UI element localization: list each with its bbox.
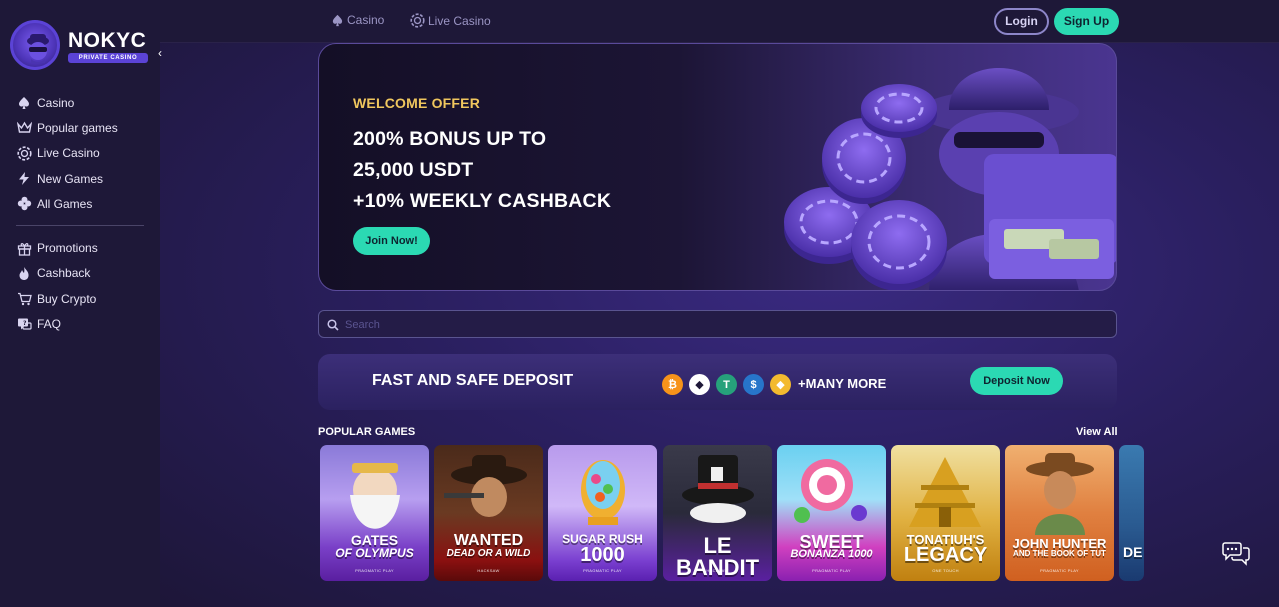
top-header: Casino Live Casino Login Sign Up xyxy=(160,0,1279,43)
tether-icon: T xyxy=(716,374,737,395)
brand-title: NOKYC xyxy=(68,29,147,52)
game-card[interactable]: DE xyxy=(1119,445,1144,581)
game-provider: ONE TOUCH xyxy=(932,568,959,573)
header-link-label: Casino xyxy=(347,13,385,27)
sidebar-item-casino[interactable]: Casino xyxy=(16,90,146,115)
logo[interactable]: NOKYC PRIVATE CASINO xyxy=(10,20,160,72)
crown-icon xyxy=(16,120,32,136)
many-more-label: +MANY MORE xyxy=(798,376,887,391)
banner-mascot-illustration xyxy=(784,68,1116,290)
welcome-banner: WELCOME OFFER 200% BONUS UP TO 25,000 US… xyxy=(318,43,1117,291)
sidebar-item-faq[interactable]: ? FAQ xyxy=(16,311,146,336)
chat-question-icon: ? xyxy=(16,316,32,332)
sidebar-nav: Casino Popular games Live Casino New Gam… xyxy=(16,90,146,337)
banner-headline-line1: 200% BONUS UP TO xyxy=(353,128,547,150)
crypto-coin-list: ₿ ◆ T $ ◆ xyxy=(662,374,791,395)
game-title-line2: 1000 xyxy=(580,544,625,566)
deposit-now-button[interactable]: Deposit Now xyxy=(970,367,1063,395)
gift-icon xyxy=(16,240,32,256)
lightning-icon xyxy=(16,171,32,187)
game-provider: PRAGMATIC PLAY xyxy=(812,568,851,573)
view-all-link[interactable]: View All xyxy=(1076,426,1118,438)
clover-icon xyxy=(16,196,32,212)
deposit-title: FAST AND SAFE DEPOSIT xyxy=(372,372,574,389)
sidebar-item-label: Casino xyxy=(37,95,75,110)
sidebar-item-label: All Games xyxy=(37,196,93,211)
bitcoin-icon: ₿ xyxy=(662,374,683,395)
deposit-strip: FAST AND SAFE DEPOSIT ₿ ◆ T $ ◆ +MANY MO… xyxy=(318,354,1117,410)
game-card[interactable]: TONATIUH'S LEGACY ONE TOUCH xyxy=(891,445,1000,581)
spade-icon xyxy=(16,95,32,111)
sidebar-item-all-games[interactable]: All Games xyxy=(16,191,146,216)
sidebar-item-label: New Games xyxy=(37,171,104,186)
chat-bubbles-icon[interactable] xyxy=(1222,540,1250,566)
logo-mascot-icon xyxy=(10,20,60,70)
flame-icon xyxy=(16,265,32,281)
game-title-line2: AND THE BOOK OF TUT xyxy=(1013,549,1106,558)
game-card[interactable]: LE BANDIT HACKSAW xyxy=(663,445,772,581)
sidebar-item-label: Popular games xyxy=(37,120,118,135)
search-input[interactable] xyxy=(345,315,1105,335)
banner-eyebrow: WELCOME OFFER xyxy=(353,95,481,111)
game-title-line2: DEAD OR A WILD xyxy=(446,548,531,559)
game-title-line1: DE xyxy=(1123,544,1143,560)
game-provider: HACKSAW xyxy=(477,568,500,573)
brand-subtitle: PRIVATE CASINO xyxy=(68,53,148,63)
banner-headline-line2: 25,000 USDT xyxy=(353,159,474,181)
game-provider: PRAGMATIC PLAY xyxy=(583,568,622,573)
banner-headline-line3: +10% WEEKLY CASHBACK xyxy=(353,190,612,212)
game-card[interactable]: SWEET BONANZA 1000 PRAGMATIC PLAY xyxy=(777,445,886,581)
search-bar xyxy=(318,310,1117,338)
sidebar-item-cashback[interactable]: Cashback xyxy=(16,261,146,286)
game-card[interactable]: GATES OF OLYMPUS PRAGMATIC PLAY xyxy=(320,445,429,581)
search-icon xyxy=(327,318,339,336)
sidebar-item-label: Promotions xyxy=(37,241,98,256)
sidebar-item-label: FAQ xyxy=(37,317,62,332)
game-title-line2: BONANZA 1000 xyxy=(790,548,873,560)
game-card[interactable]: SUGAR RUSH 1000 PRAGMATIC PLAY xyxy=(548,445,657,581)
game-title-line2: LEGACY xyxy=(903,544,988,566)
header-link-casino[interactable]: Casino xyxy=(331,13,384,27)
sidebar-item-label: Live Casino xyxy=(37,146,100,161)
game-provider: PRAGMATIC PLAY xyxy=(355,568,394,573)
game-title-line1: WANTED xyxy=(453,532,524,549)
svg-text:?: ? xyxy=(23,320,27,327)
sidebar: NOKYC PRIVATE CASINO ‹ Casino Popular ga… xyxy=(0,0,162,607)
popular-games-title: POPULAR GAMES xyxy=(318,426,416,438)
cart-icon xyxy=(16,291,32,307)
login-button[interactable]: Login xyxy=(994,8,1049,35)
game-art xyxy=(1026,453,1094,535)
bnb-icon: ◆ xyxy=(770,374,791,395)
ethereum-icon: ◆ xyxy=(689,374,710,395)
signup-button[interactable]: Sign Up xyxy=(1054,8,1119,35)
game-provider: HACKSAW xyxy=(706,568,729,573)
popular-games-row: GATES OF OLYMPUS PRAGMATIC PLAY WANTED D… xyxy=(320,445,1144,581)
usdc-icon: $ xyxy=(743,374,764,395)
spade-icon xyxy=(331,14,344,27)
header-link-live-casino[interactable]: Live Casino xyxy=(410,13,491,28)
chip-icon xyxy=(16,145,32,161)
sidebar-item-label: Buy Crypto xyxy=(37,291,97,306)
game-art xyxy=(350,463,400,529)
sidebar-item-buy-crypto[interactable]: Buy Crypto xyxy=(16,286,146,311)
chip-icon xyxy=(410,13,425,28)
game-provider: PRAGMATIC PLAY xyxy=(1040,568,1079,573)
game-card[interactable]: WANTED DEAD OR A WILD HACKSAW xyxy=(434,445,543,581)
sidebar-item-label: Cashback xyxy=(37,266,91,281)
sidebar-item-live-casino[interactable]: Live Casino xyxy=(16,141,146,166)
game-title-line1: GATES xyxy=(350,532,399,548)
game-card[interactable]: JOHN HUNTER AND THE BOOK OF TUT PRAGMATI… xyxy=(1005,445,1114,581)
game-art xyxy=(794,459,867,523)
join-now-button[interactable]: Join Now! xyxy=(353,227,430,255)
sidebar-item-new-games[interactable]: New Games xyxy=(16,166,146,191)
sidebar-item-promotions[interactable]: Promotions xyxy=(16,235,146,260)
sidebar-item-popular-games[interactable]: Popular games xyxy=(16,115,146,140)
chevron-left-icon[interactable]: ‹ xyxy=(153,46,167,60)
header-link-label: Live Casino xyxy=(428,13,491,28)
game-title-line2: OF OLYMPUS xyxy=(335,546,414,560)
game-art xyxy=(444,455,527,517)
sidebar-divider xyxy=(16,225,144,227)
